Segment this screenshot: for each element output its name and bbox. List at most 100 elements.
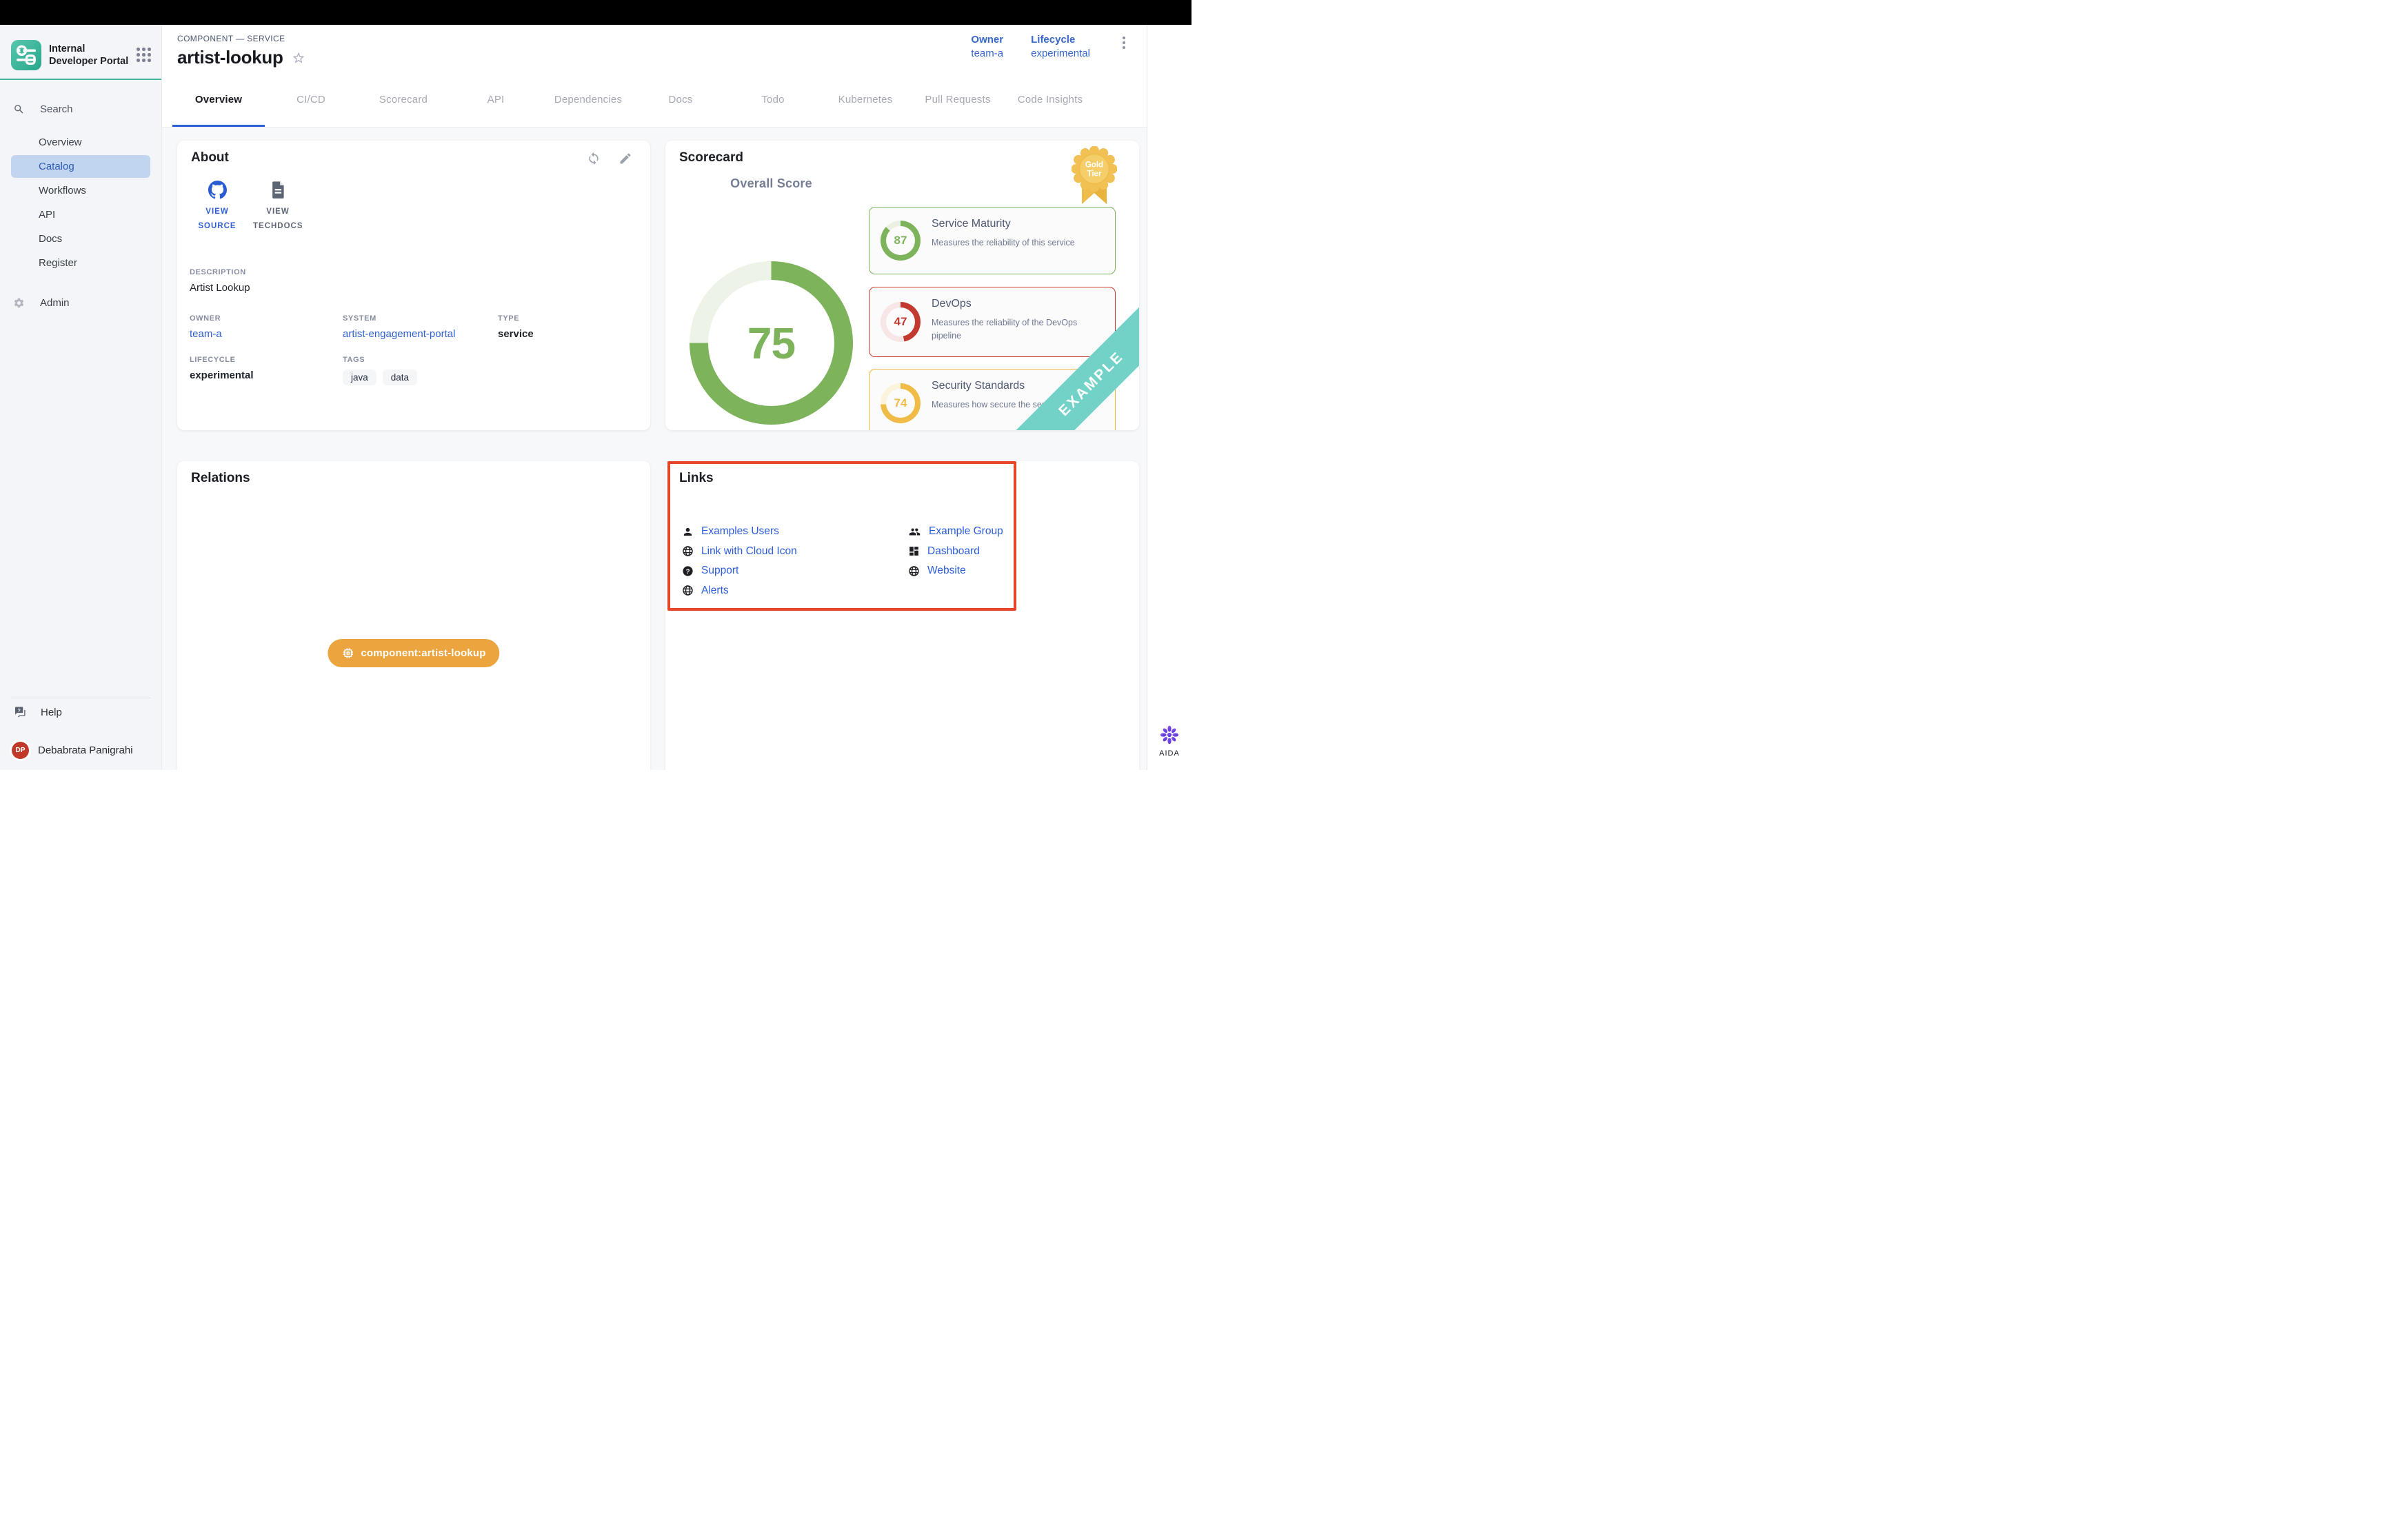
more-options-icon[interactable] — [1118, 34, 1130, 49]
tag-chip[interactable]: data — [383, 369, 417, 385]
user-icon — [682, 526, 694, 538]
help-label: Help — [41, 707, 62, 718]
link-dashboard[interactable]: Dashboard — [908, 542, 1003, 562]
relations-card: Relations component:artist-lookup — [177, 461, 650, 770]
admin-label: Admin — [40, 297, 70, 309]
tab-kubernetes[interactable]: Kubernetes — [819, 74, 912, 127]
link-label: Alerts — [701, 585, 729, 597]
tab-scorecard[interactable]: Scorecard — [357, 74, 450, 127]
tab-overview[interactable]: Overview — [172, 74, 265, 127]
main-area: COMPONENT — SERVICE artist-lookup Owner … — [162, 25, 1147, 770]
sidebar-item-catalog[interactable]: Catalog — [11, 155, 150, 178]
owner-field-label: OWNER — [190, 314, 343, 323]
tab-api[interactable]: API — [450, 74, 542, 127]
tag-chip[interactable]: java — [343, 369, 376, 385]
about-heading: About — [191, 150, 229, 165]
assistant-rail: AIDA — [1147, 25, 1192, 770]
scorecard-card: Scorecard Gold — [665, 141, 1139, 430]
description-value: Artist Lookup — [190, 282, 250, 294]
link-label: Examples Users — [701, 525, 779, 538]
browser-top-bar — [0, 0, 1192, 25]
lifecycle-meta: Lifecycle experimental — [1031, 34, 1090, 59]
overview-content: About VIEW SOURCE — [162, 128, 1147, 770]
lifecycle-field-value: experimental — [190, 369, 343, 381]
relation-node-component[interactable]: component:artist-lookup — [328, 639, 499, 667]
chip-icon — [341, 647, 354, 660]
owner-field-value[interactable]: team-a — [190, 328, 343, 340]
sidebar-item-docs[interactable]: Docs — [11, 227, 150, 250]
globe-icon — [682, 545, 694, 557]
page-title: artist-lookup — [177, 47, 283, 68]
search-icon — [13, 103, 25, 115]
scorecard-heading: Scorecard — [679, 150, 743, 165]
lifecycle-label: Lifecycle — [1031, 34, 1090, 45]
sidebar-item-admin[interactable]: Admin — [0, 292, 161, 313]
svg-text:?: ? — [686, 568, 690, 576]
relations-heading: Relations — [191, 471, 250, 486]
help-circle-icon: ? — [682, 565, 694, 577]
tab-cicd[interactable]: CI/CD — [265, 74, 357, 127]
apps-grid-icon[interactable] — [137, 48, 152, 63]
user-name: Debabrata Panigrahi — [38, 744, 133, 756]
relation-node-label: component:artist-lookup — [361, 647, 485, 659]
tab-docs[interactable]: Docs — [634, 74, 727, 127]
link-support[interactable]: ? Support — [682, 561, 908, 581]
sidebar-item-overview[interactable]: Overview — [11, 131, 150, 154]
lifecycle-field-label: LIFECYCLE — [190, 356, 343, 364]
sidebar-item-register[interactable]: Register — [11, 252, 150, 274]
owner-label: Owner — [971, 34, 1003, 45]
view-source-link[interactable]: VIEW SOURCE — [187, 181, 248, 233]
owner-meta: Owner team-a — [971, 34, 1003, 59]
link-cloud-icon[interactable]: Link with Cloud Icon — [682, 542, 908, 562]
metric-donut: 47 — [881, 302, 921, 342]
type-field-label: TYPE — [498, 314, 534, 323]
tab-todo[interactable]: Todo — [727, 74, 819, 127]
metric-title: Service Maturity — [932, 218, 1011, 230]
sidebar: Internal Developer Portal Search Overvie… — [0, 25, 162, 770]
description-label: DESCRIPTION — [190, 268, 250, 276]
link-alerts[interactable]: Alerts — [682, 581, 908, 601]
tab-dependencies[interactable]: Dependencies — [542, 74, 634, 127]
brand-divider — [0, 79, 161, 80]
metric-devops[interactable]: 47 DevOps Measures the reliability of th… — [869, 287, 1116, 357]
sidebar-nav: Overview Catalog Workflows API Docs Regi… — [0, 131, 161, 274]
document-icon — [270, 181, 287, 199]
tier-badge-line2: Tier — [1087, 170, 1102, 179]
link-example-group[interactable]: Example Group — [908, 522, 1003, 542]
owner-value[interactable]: team-a — [971, 48, 1003, 59]
tab-code-insights[interactable]: Code Insights — [1004, 74, 1096, 127]
tags-field-label: TAGS — [343, 356, 417, 364]
help-button[interactable]: ? Help — [14, 706, 62, 718]
github-icon — [208, 181, 227, 199]
favorite-star-icon[interactable] — [292, 51, 305, 65]
about-card: About VIEW SOURCE — [177, 141, 650, 430]
metric-service-maturity[interactable]: 87 Service Maturity Measures the reliabi… — [869, 207, 1116, 274]
portal-title: Internal Developer Portal — [49, 43, 129, 68]
metric-title: DevOps — [932, 298, 972, 310]
dashboard-icon — [908, 545, 920, 557]
globe-icon — [682, 585, 694, 596]
link-examples-users[interactable]: Examples Users — [682, 522, 908, 542]
sidebar-search[interactable]: Search — [0, 99, 161, 119]
sidebar-item-api[interactable]: API — [11, 203, 150, 226]
overall-score-label: Overall Score — [690, 176, 853, 191]
tab-pull-requests[interactable]: Pull Requests — [912, 74, 1004, 127]
sidebar-item-workflows[interactable]: Workflows — [11, 179, 150, 202]
view-techdocs-link[interactable]: VIEW TECHDOCS — [248, 181, 308, 233]
metric-donut: 74 — [881, 383, 921, 423]
system-field-value[interactable]: artist-engagement-portal — [343, 328, 498, 340]
aida-assistant-button[interactable]: AIDA — [1147, 725, 1192, 758]
type-field-value: service — [498, 328, 534, 340]
edit-pencil-icon[interactable] — [619, 152, 632, 165]
metric-title: Security Standards — [932, 380, 1025, 392]
overall-score-donut: 75 — [690, 261, 853, 425]
view-source-label: VIEW SOURCE — [192, 205, 242, 233]
tier-badge-line1: Gold — [1085, 161, 1103, 170]
view-techdocs-label: VIEW TECHDOCS — [253, 205, 303, 233]
aida-label: AIDA — [1159, 749, 1180, 758]
link-website[interactable]: Website — [908, 561, 1003, 581]
globe-icon — [908, 565, 920, 577]
refresh-icon[interactable] — [587, 152, 601, 165]
links-heading: Links — [679, 471, 714, 486]
user-menu[interactable]: DP Debabrata Panigrahi — [12, 742, 133, 759]
